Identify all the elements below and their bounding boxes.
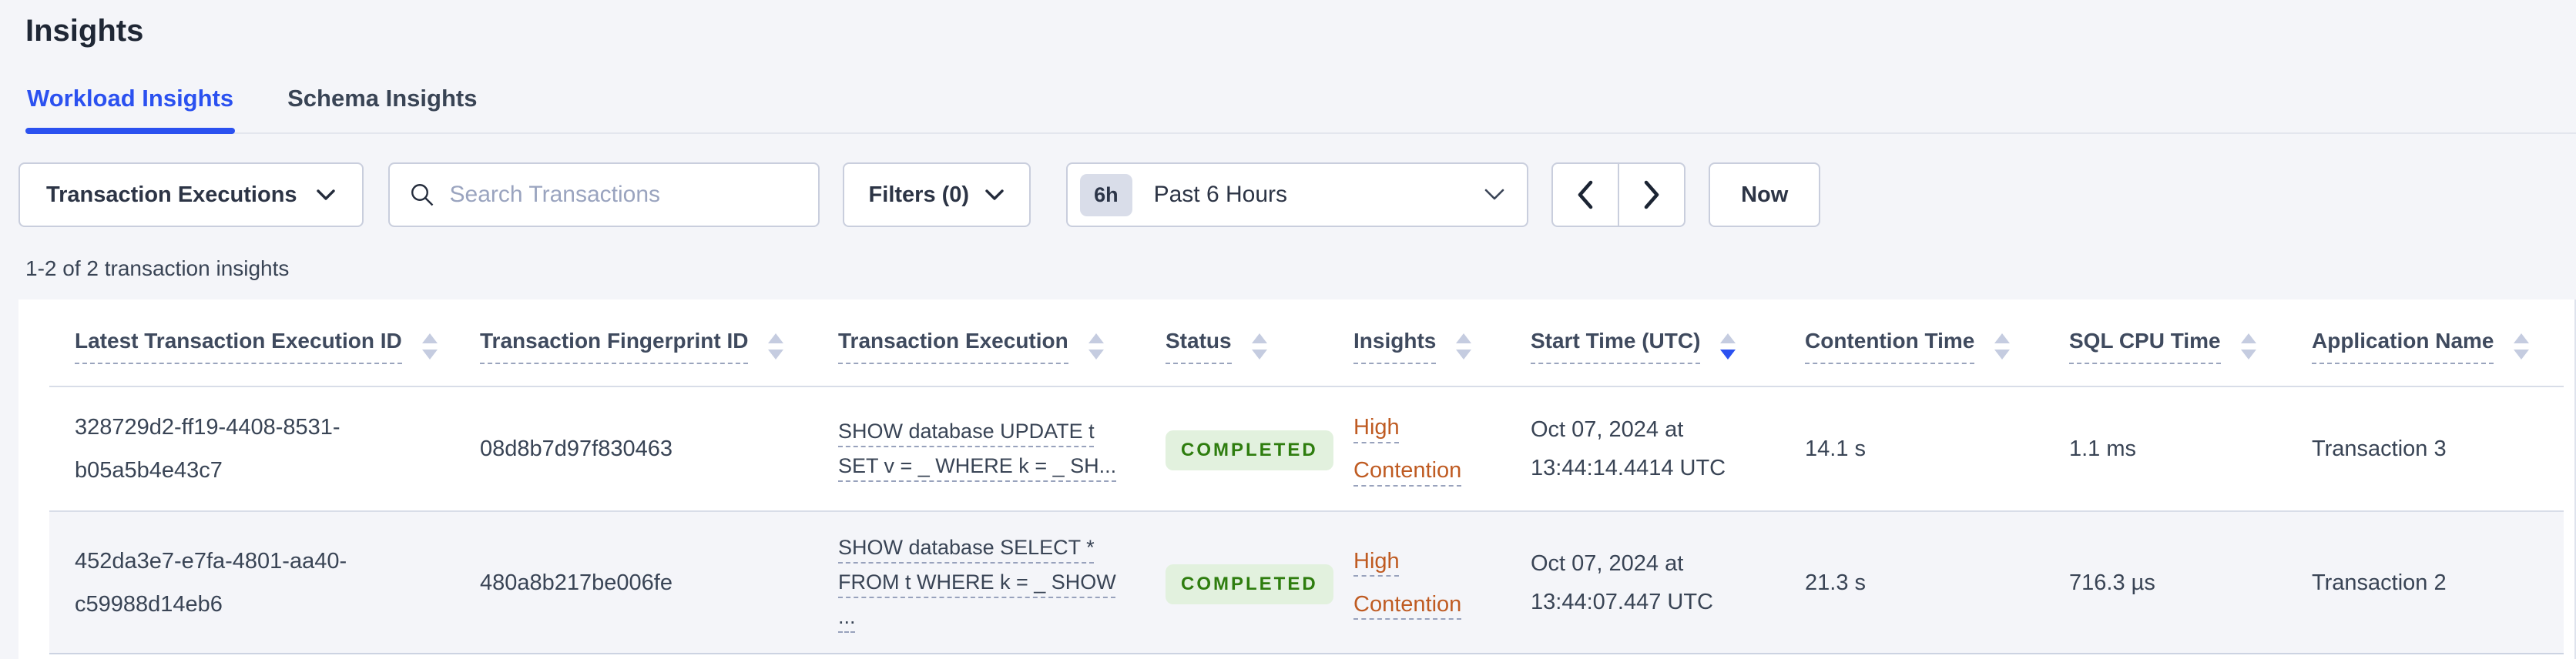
search-box — [387, 162, 820, 227]
tab-schema-insights[interactable]: Schema Insights — [286, 85, 478, 132]
chevron-down-icon — [316, 189, 335, 200]
column-header-insights[interactable]: Insights — [1328, 299, 1505, 387]
now-button-label: Now — [1741, 182, 1789, 207]
transaction-insights-table: Latest Transaction Execution ID Transact… — [49, 299, 2564, 654]
page-title: Insights — [25, 14, 144, 48]
search-icon — [411, 184, 433, 206]
now-button[interactable]: Now — [1709, 162, 1821, 227]
table-row: 452da3e7-e7fa-4801-aa40-c59988d14eb6 480… — [49, 510, 2564, 654]
time-range-badge: 6h — [1080, 173, 1132, 216]
status-badge: COMPLETED — [1166, 564, 1333, 604]
high-contention-link[interactable]: High Contention — [1353, 549, 1461, 617]
sort-icon — [1456, 333, 1472, 360]
column-header-latest-transaction-execution-id[interactable]: Latest Transaction Execution ID — [49, 299, 454, 387]
table-row: 328729d2-ff19-4408-8531-b05a5b4e43c7 08d… — [49, 386, 2564, 511]
statement-link[interactable]: SHOW database SELECT * — [838, 536, 1095, 559]
statement-link[interactable]: FROM t WHERE k = _ SHOW — [838, 570, 1116, 594]
chevron-left-icon — [1578, 180, 1593, 209]
contention-time-cell: 14.1 s — [1805, 437, 1866, 461]
status-cell: COMPLETED — [1140, 386, 1333, 511]
application-name-cell: Transaction 3 — [2312, 437, 2447, 461]
fingerprint-id-cell: 08d8b7d97f830463 — [480, 437, 673, 461]
start-time-cell: Oct 07, 2024 at 13:44:14.4414 UTC — [1531, 417, 1726, 480]
fingerprint-id-cell: 480a8b217be006fe — [454, 510, 813, 654]
transaction-execution-cell: SHOW database SELECT * FROM t WHERE k = … — [813, 510, 1140, 654]
toolbar: Transaction Executions Filters (0) 6h Pa… — [18, 162, 2576, 227]
chevron-right-icon — [1644, 180, 1659, 209]
column-header-application-name[interactable]: Application Name — [2286, 299, 2564, 387]
insights-cell: High Contention — [1328, 386, 1505, 511]
application-name-cell: Transaction 2 — [2286, 510, 2564, 654]
sort-icon — [768, 333, 784, 360]
next-time-range-button[interactable] — [1618, 162, 1686, 227]
time-range-select[interactable]: 6h Past 6 Hours — [1066, 162, 1529, 227]
results-summary: 1-2 of 2 transaction insights — [25, 256, 290, 280]
time-range-pager — [1551, 162, 1686, 227]
column-header-start-time[interactable]: Start Time (UTC) — [1505, 299, 1779, 387]
execution-type-dropdown[interactable]: Transaction Executions — [18, 162, 364, 227]
status-badge: COMPLETED — [1166, 430, 1333, 470]
transaction-execution-cell: SHOW database UPDATE t SET v = _ WHERE k… — [813, 386, 1140, 511]
execution-id-cell: 328729d2-ff19-4408-8531-b05a5b4e43c7 — [75, 415, 340, 483]
chevron-down-icon — [1484, 189, 1504, 200]
sort-icon — [2240, 333, 2256, 360]
insights-table-card: Latest Transaction Execution ID Transact… — [18, 299, 2576, 659]
previous-time-range-button[interactable] — [1551, 162, 1620, 227]
sort-icon-descending-active — [1720, 333, 1736, 360]
column-header-status[interactable]: Status — [1140, 299, 1328, 387]
chevron-down-icon — [985, 189, 1004, 200]
statement-link[interactable]: SHOW database UPDATE t — [838, 420, 1095, 443]
table-header-row: Latest Transaction Execution ID Transact… — [49, 299, 2564, 387]
tab-workload-insights[interactable]: Workload Insights — [25, 85, 236, 134]
start-time-cell: Oct 07, 2024 at 13:44:07.447 UTC — [1505, 510, 1779, 654]
sort-icon — [1251, 333, 1267, 360]
sql-cpu-time-cell: 1.1 ms — [2069, 437, 2137, 461]
insights-cell: High Contention — [1328, 510, 1505, 654]
execution-type-dropdown-label: Transaction Executions — [46, 182, 297, 207]
status-cell: COMPLETED — [1140, 510, 1333, 654]
search-input[interactable] — [449, 182, 800, 208]
column-header-contention-time[interactable]: Contention Time — [1779, 299, 2044, 387]
sort-icon — [1088, 333, 1104, 360]
sort-icon — [2514, 333, 2530, 360]
time-range-label: Past 6 Hours — [1153, 182, 1288, 207]
contention-time-cell: 21.3 s — [1779, 510, 2044, 654]
sort-icon — [1994, 333, 2011, 360]
high-contention-link[interactable]: High Contention — [1353, 415, 1461, 483]
statement-link[interactable]: ... — [838, 605, 856, 628]
insights-tab-bar: Workload Insights Schema Insights — [25, 85, 2576, 134]
column-header-transaction-execution[interactable]: Transaction Execution — [813, 299, 1140, 387]
execution-id-cell: 452da3e7-e7fa-4801-aa40-c59988d14eb6 — [49, 510, 454, 654]
filters-button-label: Filters (0) — [868, 182, 970, 207]
sql-cpu-time-cell: 716.3 µs — [2044, 510, 2286, 654]
sort-icon — [421, 333, 438, 360]
column-header-transaction-fingerprint-id[interactable]: Transaction Fingerprint ID — [454, 299, 813, 387]
filters-button[interactable]: Filters (0) — [842, 162, 1031, 227]
column-header-sql-cpu-time[interactable]: SQL CPU Time — [2044, 299, 2286, 387]
statement-link[interactable]: SET v = _ WHERE k = _ SH... — [838, 454, 1116, 477]
